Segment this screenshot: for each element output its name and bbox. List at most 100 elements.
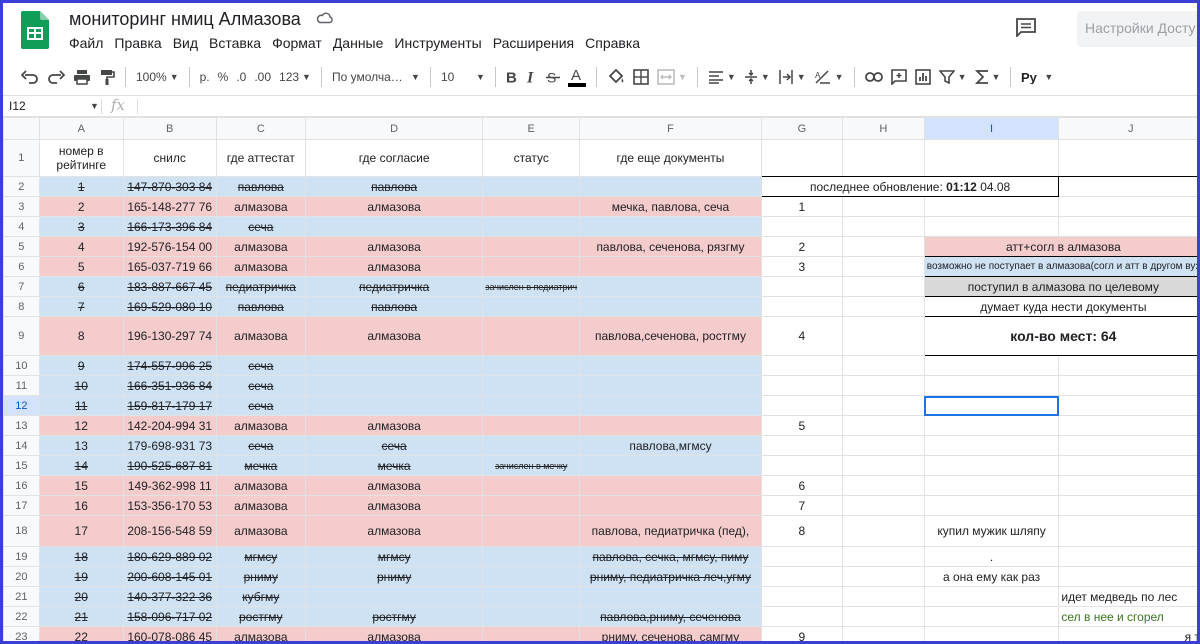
row-header[interactable]: 3 (3, 196, 40, 217)
row-header[interactable]: 9 (3, 316, 40, 356)
cell-consent[interactable]: рниму (304, 566, 484, 587)
cell-other-docs[interactable] (579, 415, 762, 436)
cell[interactable] (923, 495, 1060, 516)
cell-other-docs[interactable] (579, 586, 762, 607)
cell-header-rank[interactable]: номер в рейтинге (38, 139, 124, 177)
menu-insert[interactable]: Вставка (209, 35, 261, 51)
cell-place[interactable] (760, 455, 843, 476)
menu-format[interactable]: Формат (272, 35, 322, 51)
vertical-align-button[interactable]: ▼ (744, 64, 770, 90)
cell-status[interactable] (482, 375, 581, 396)
cell-place[interactable] (760, 586, 843, 607)
cloud-saved-icon[interactable] (316, 11, 334, 25)
row-header[interactable]: 1 (3, 139, 40, 177)
cell-place[interactable] (760, 435, 843, 456)
cell-status[interactable] (482, 355, 581, 376)
cell-rank[interactable]: 6 (38, 276, 124, 297)
cell-consent[interactable] (304, 355, 484, 376)
cell[interactable] (923, 455, 1060, 476)
cell-header-other-docs[interactable]: где еще документы (579, 139, 762, 177)
cell[interactable] (841, 196, 925, 217)
cell-other-docs[interactable] (579, 296, 762, 317)
cell-certificate[interactable]: мечка (215, 455, 306, 476)
document-title[interactable]: мониторинг нмиц Алмазова (69, 9, 301, 30)
text-rotation-button[interactable]: A ▼ (814, 64, 844, 90)
cell-place[interactable] (760, 606, 843, 627)
cell-rank[interactable]: 8 (38, 316, 124, 356)
cell-certificate[interactable]: ростгму (215, 606, 306, 627)
cell-snils[interactable]: 190-525-687 81 (122, 455, 217, 476)
cell-rank[interactable]: 19 (38, 566, 124, 587)
cell[interactable] (923, 139, 1060, 177)
cell-other-docs[interactable] (579, 355, 762, 376)
cell-place[interactable]: 1 (760, 196, 843, 217)
cell[interactable] (841, 355, 925, 376)
cell[interactable] (841, 256, 925, 277)
cell-rank[interactable]: 18 (38, 546, 124, 567)
row-header[interactable]: 18 (3, 515, 40, 547)
cell-rank[interactable]: 5 (38, 256, 124, 277)
cell-consent[interactable]: алмазова (304, 415, 484, 436)
cell-other-docs[interactable]: рниму, сеченова, самгму (579, 626, 762, 641)
cell[interactable] (923, 415, 1060, 436)
cell-snils[interactable]: 165-148-277 76 (122, 196, 217, 217)
cell[interactable] (1058, 415, 1197, 436)
row-header[interactable]: 17 (3, 495, 40, 516)
cell-rank[interactable]: 14 (38, 455, 124, 476)
row-header[interactable]: 16 (3, 475, 40, 496)
cell-other-docs[interactable]: павлова,рниму, сеченова (579, 606, 762, 627)
row-header[interactable]: 11 (3, 375, 40, 396)
cell[interactable] (841, 276, 925, 297)
cell-consent[interactable]: мгмсу (304, 546, 484, 567)
row-header[interactable]: 7 (3, 276, 40, 297)
cell-rank[interactable]: 12 (38, 415, 124, 436)
merge-cells-button[interactable]: ▼ (657, 64, 687, 90)
cell-snils[interactable]: 180-629-889 02 (122, 546, 217, 567)
cell-status[interactable] (482, 495, 581, 516)
cell-certificate[interactable]: павлова (215, 296, 306, 317)
cell-consent[interactable]: павлова (304, 176, 484, 197)
cell-rank[interactable]: 2 (38, 196, 124, 217)
cell-other-docs[interactable] (579, 216, 762, 237)
input-tools-button[interactable]: Pу ▼ (1021, 64, 1053, 90)
cell-consent[interactable]: алмазова (304, 236, 484, 257)
row-header[interactable]: 10 (3, 355, 40, 376)
cell-status[interactable] (482, 236, 581, 257)
cell-snils[interactable]: 159-817-179 17 (122, 395, 217, 416)
cell-snils[interactable]: 140-377-322 36 (122, 586, 217, 607)
cell-certificate[interactable]: мгмсу (215, 546, 306, 567)
cell-rank[interactable]: 7 (38, 296, 124, 317)
cell[interactable] (923, 586, 1060, 607)
row-header[interactable]: 12 (3, 395, 40, 416)
cell-snils[interactable]: 158-096-717 02 (122, 606, 217, 627)
cell-other-docs[interactable]: рниму, педиатричка леч,угму (579, 566, 762, 587)
cell-certificate[interactable]: сеча (215, 375, 306, 396)
row-header[interactable]: 19 (3, 546, 40, 567)
select-all-corner[interactable] (3, 117, 40, 140)
cell-other-docs[interactable] (579, 375, 762, 396)
cell-place[interactable]: 2 (760, 236, 843, 257)
font-select[interactable]: По умолча… ▼ (332, 64, 420, 90)
cell-place[interactable] (760, 566, 843, 587)
last-update-cell[interactable]: последнее обновление: 01:12 04.08 (760, 176, 1060, 197)
cell-consent[interactable] (304, 586, 484, 607)
cell-consent[interactable]: мечка (304, 455, 484, 476)
cell[interactable] (841, 395, 925, 416)
column-header-b[interactable]: B (122, 117, 217, 140)
column-header-h[interactable]: H (841, 117, 925, 140)
cell-status[interactable] (482, 415, 581, 436)
font-size-select[interactable]: 10 ▼ (441, 64, 485, 90)
cell-certificate[interactable]: сеча (215, 216, 306, 237)
cell-other-docs[interactable]: павлова, сечка, мгмсу, пиму (579, 546, 762, 567)
insert-link-button[interactable] (864, 64, 883, 90)
access-settings-button[interactable]: Настройки Досту (1077, 11, 1197, 47)
cell-status[interactable] (482, 435, 581, 456)
cell-certificate[interactable]: алмазова (215, 256, 306, 277)
cell[interactable] (841, 316, 925, 356)
cell-status[interactable] (482, 196, 581, 217)
cell-status[interactable] (482, 256, 581, 277)
cell-rank[interactable]: 1 (38, 176, 124, 197)
cell-rank[interactable]: 3 (38, 216, 124, 237)
menu-help[interactable]: Справка (585, 35, 640, 51)
cell-snils[interactable]: 192-576-154 00 (122, 236, 217, 257)
